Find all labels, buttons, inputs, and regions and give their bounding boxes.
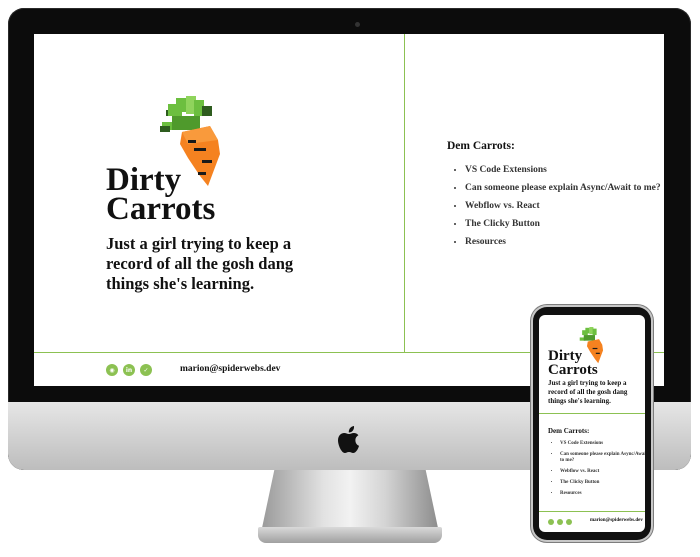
topic-link-webflow-react[interactable]: Webflow vs. React [465, 200, 664, 212]
apple-logo-icon [338, 426, 359, 453]
camera-dot [355, 22, 360, 27]
mobile-tagline: Just a girl trying to keep a record of a… [548, 379, 628, 405]
linkedin-icon[interactable]: in [123, 364, 135, 376]
vertical-divider [404, 34, 405, 352]
mobile-screen: Dirty Carrots Just a girl trying to keep… [539, 315, 645, 532]
mobile-site-title: Dirty Carrots [548, 349, 598, 378]
mobile-topic-link-resources[interactable]: Resources [560, 491, 645, 497]
site-title: Dirty Carrots [106, 164, 306, 227]
topics-heading: Dem Carrots: [447, 140, 515, 152]
twitter-icon[interactable]: ✓ [140, 364, 152, 376]
site-tagline: Just a girl trying to keep a record of a… [106, 234, 294, 293]
mobile-title-line2: Carrots [548, 362, 598, 378]
topic-link-async-await[interactable]: Can someone please explain Async/Await t… [465, 182, 664, 194]
imac-stand-base [258, 527, 442, 543]
topic-link-clicky-button[interactable]: The Clicky Button [465, 218, 664, 230]
mobile-divider [539, 413, 645, 414]
mobile-email-link[interactable]: marion@spiderwebs.dev [590, 518, 643, 523]
mobile-topic-link-clicky-button[interactable]: The Clicky Button [560, 480, 645, 486]
topics-list: VS Code Extensions Can someone please ex… [447, 164, 664, 254]
imac-stand [262, 470, 438, 528]
twitter-icon[interactable] [566, 519, 572, 525]
social-links: ◉ in ✓ [106, 364, 152, 376]
phone-mockup: Dirty Carrots Just a girl trying to keep… [533, 307, 651, 540]
mobile-topic-link-webflow-react[interactable]: Webflow vs. React [560, 469, 645, 475]
mobile-footer-divider [539, 511, 645, 512]
github-icon[interactable]: ◉ [106, 364, 118, 376]
mobile-topic-link-vs-code[interactable]: VS Code Extensions [560, 441, 645, 447]
github-icon[interactable] [548, 519, 554, 525]
email-link[interactable]: marion@spiderwebs.dev [180, 364, 280, 374]
mobile-topics-list: VS Code Extensions Can someone please ex… [548, 441, 645, 502]
topic-link-vs-code[interactable]: VS Code Extensions [465, 164, 664, 176]
linkedin-icon[interactable] [557, 519, 563, 525]
mobile-topics-heading: Dem Carrots: [548, 427, 590, 435]
site-title-line2: Carrots [106, 191, 216, 227]
topic-link-resources[interactable]: Resources [465, 236, 664, 248]
mobile-social-links [548, 519, 572, 525]
mobile-topic-link-async-await[interactable]: Can someone please explain Async/Await t… [560, 452, 645, 464]
